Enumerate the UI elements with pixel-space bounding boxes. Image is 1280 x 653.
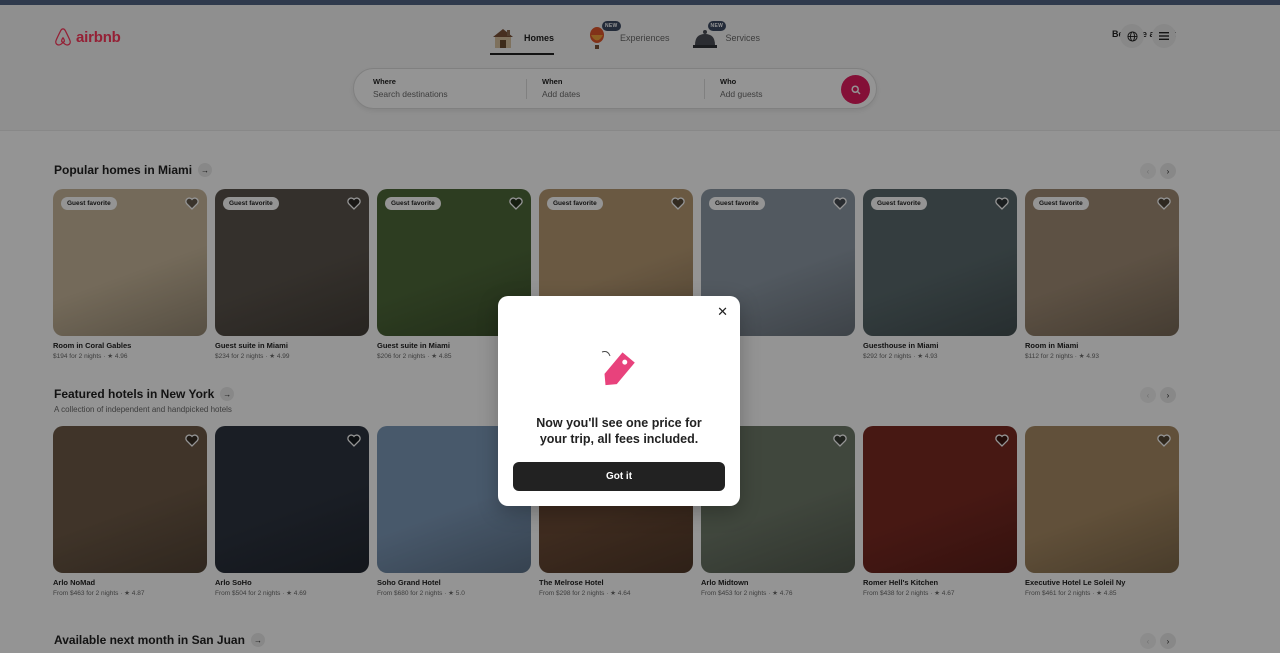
- modal-message-line1: Now you'll see one price for: [536, 416, 702, 430]
- got-it-button[interactable]: Got it: [513, 462, 725, 491]
- modal-message-line2: your trip, all fees included.: [539, 432, 699, 446]
- modal-message: Now you'll see one price for your trip, …: [518, 415, 720, 447]
- close-icon[interactable]: ✕: [717, 304, 728, 320]
- price-display-modal: ✕ Now you'll see one price for your trip…: [498, 296, 740, 506]
- price-tag-icon: [594, 344, 644, 399]
